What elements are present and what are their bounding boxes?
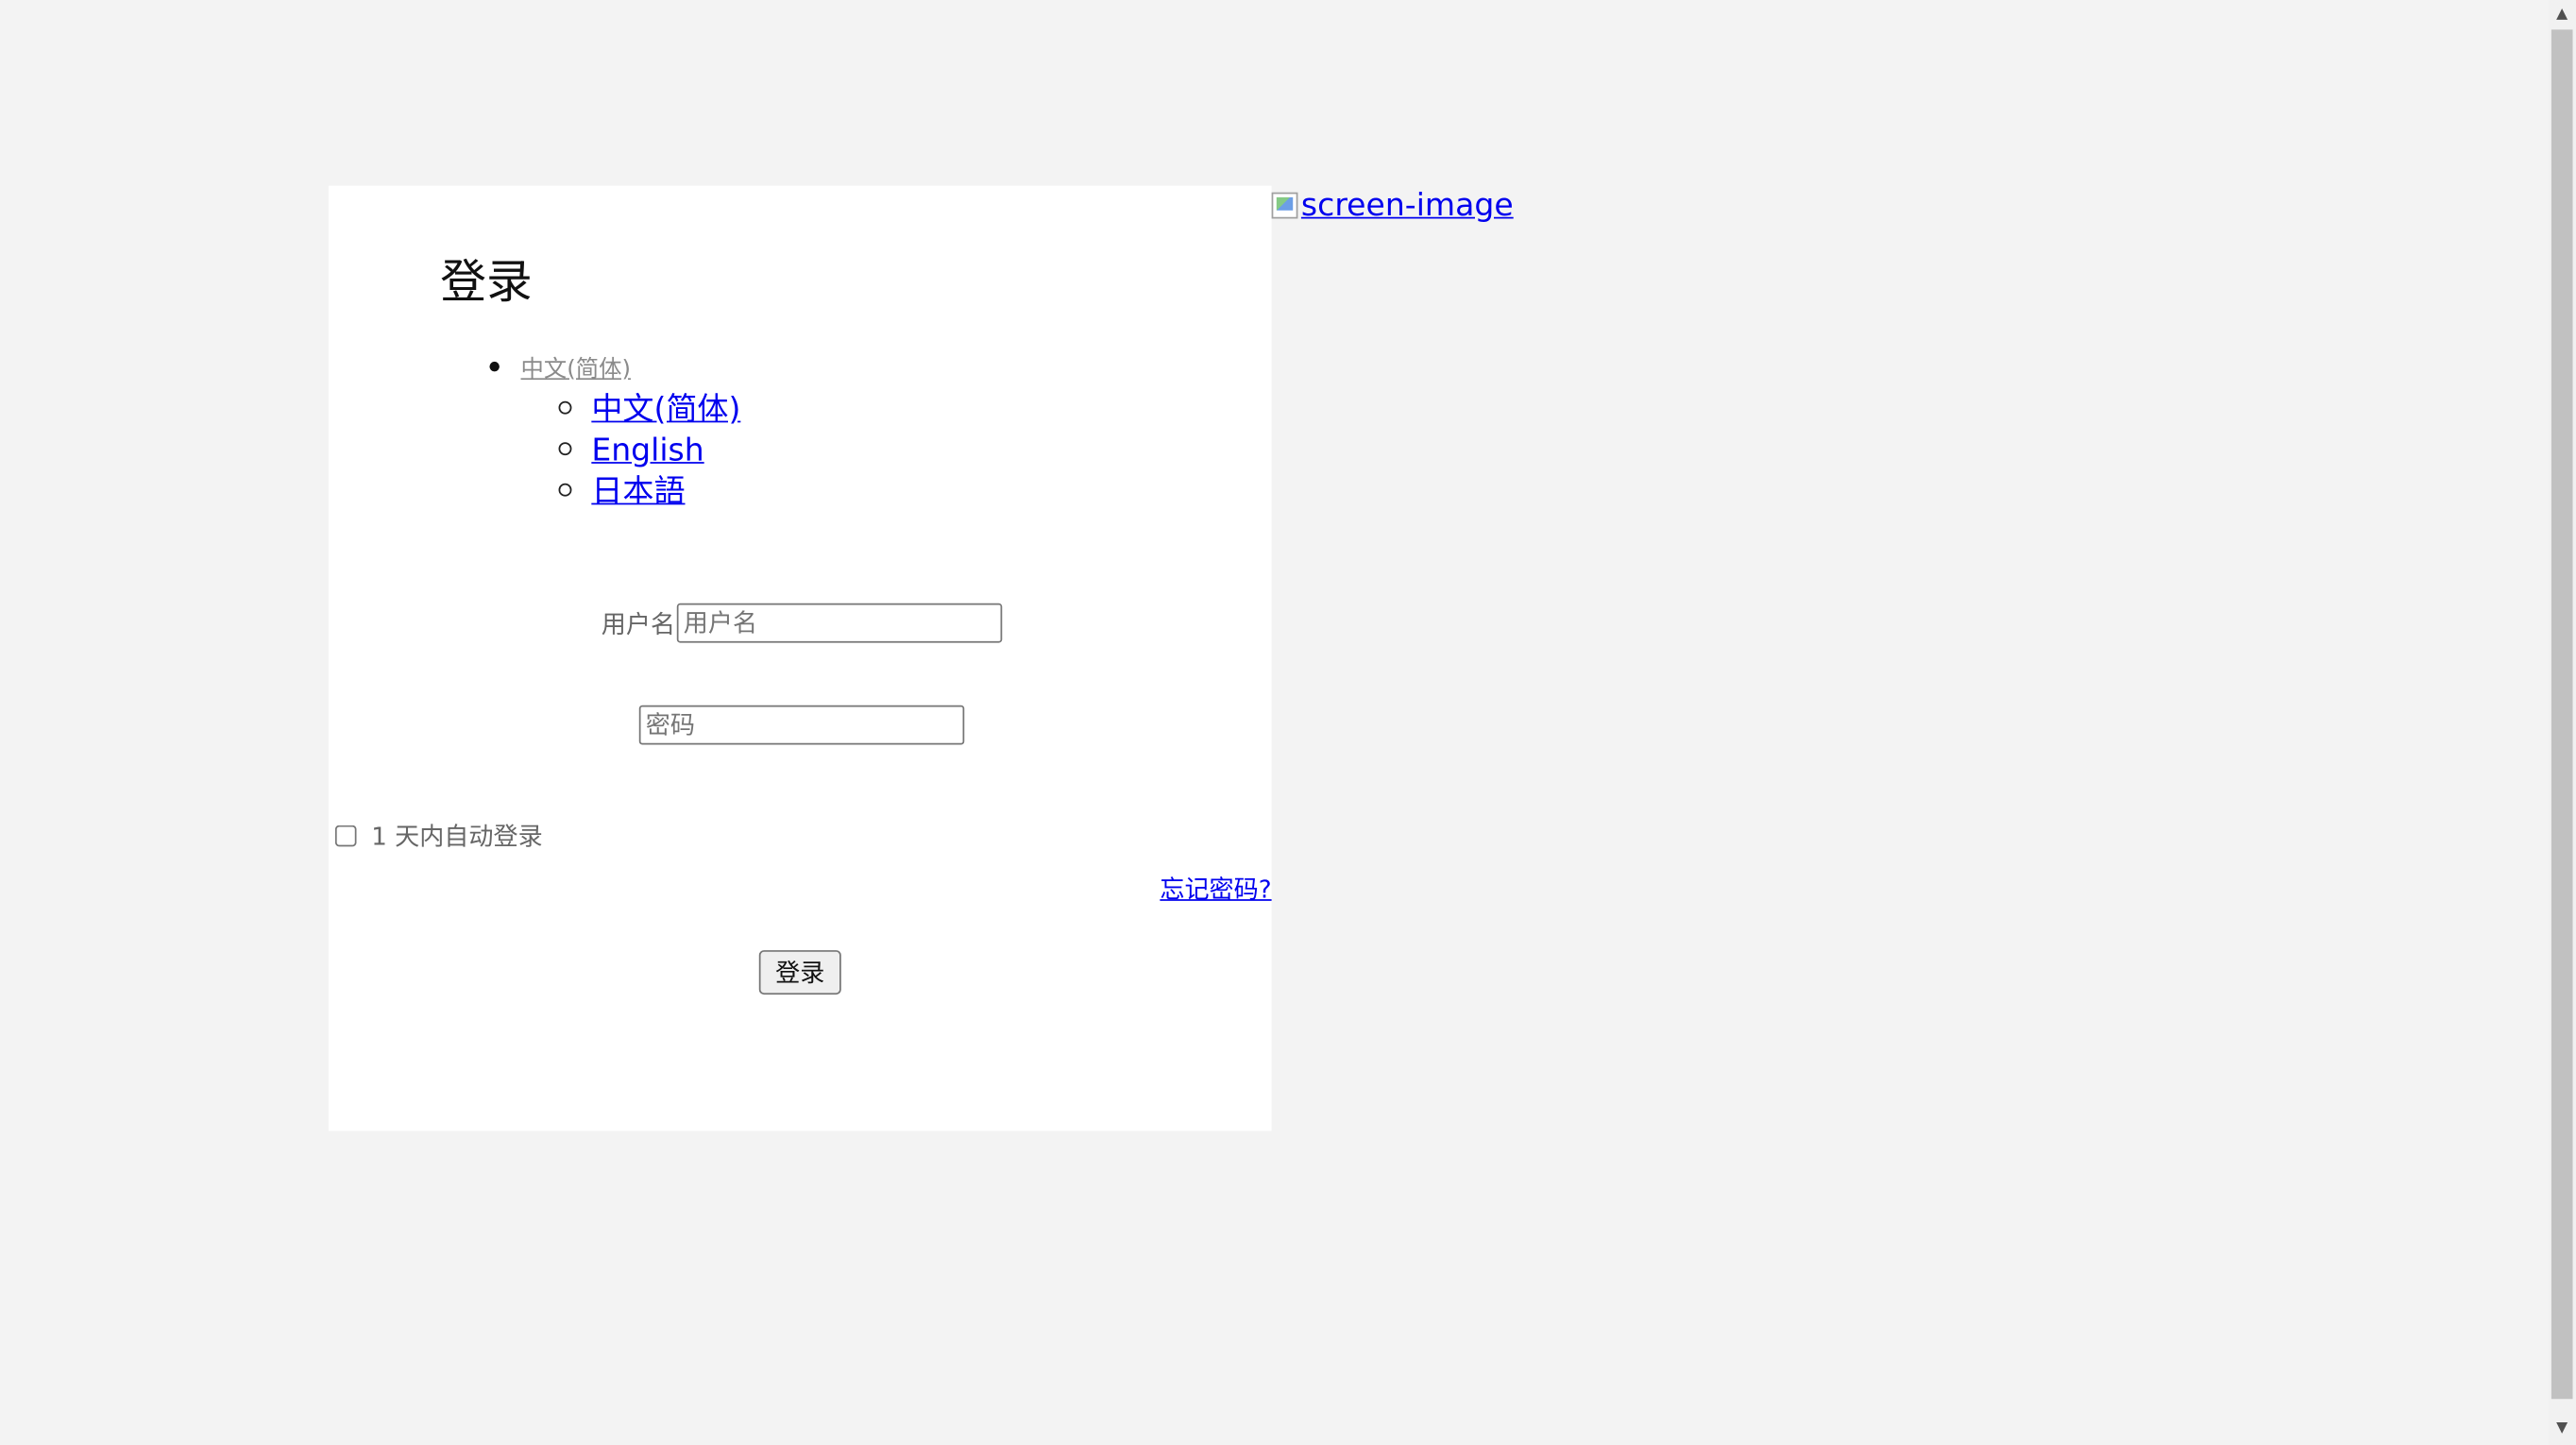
login-button[interactable]: 登录 bbox=[758, 950, 841, 995]
language-option-zh: 中文(简体) bbox=[558, 390, 740, 432]
language-menu-item: 中文(简体) 中文(简体) English 日本語 bbox=[486, 350, 740, 513]
screen-image-link[interactable]: screen-image bbox=[1271, 186, 1514, 226]
language-link-ja[interactable]: 日本語 bbox=[591, 473, 685, 509]
language-menu: 中文(简体) 中文(简体) English 日本語 bbox=[486, 350, 740, 513]
viewport: 登录 中文(简体) 中文(简体) English 日本語 用户名 用户名 1 天… bbox=[0, 0, 2576, 1445]
language-option-en: English bbox=[558, 431, 741, 472]
login-panel: 登录 中文(简体) 中文(简体) English 日本語 用户名 用户名 1 天… bbox=[328, 185, 1272, 1131]
password-row bbox=[638, 705, 965, 745]
login-title: 登录 bbox=[440, 254, 533, 310]
scroll-up-icon[interactable]: ▲ bbox=[2548, 2, 2576, 30]
current-language-link[interactable]: 中文(简体) bbox=[521, 357, 631, 383]
remember-login-checkbox[interactable] bbox=[334, 824, 357, 847]
language-option-ja: 日本語 bbox=[558, 472, 741, 514]
remember-login-row[interactable]: 1 天内自动登录 bbox=[334, 819, 543, 854]
language-link-zh[interactable]: 中文(简体) bbox=[591, 391, 740, 427]
language-options: 中文(简体) English 日本語 bbox=[558, 390, 741, 514]
username-label: 用户名 bbox=[601, 608, 676, 639]
screen-image-alt-text: screen-image bbox=[1300, 187, 1514, 224]
vertical-scrollbar[interactable]: ▲ ▼ bbox=[2548, 0, 2576, 1445]
username-input[interactable] bbox=[676, 603, 1003, 643]
scroll-down-icon[interactable]: ▼ bbox=[2548, 1416, 2576, 1444]
remember-login-label: 1 天内自动登录 bbox=[371, 822, 543, 852]
page: 登录 中文(简体) 中文(简体) English 日本語 用户名 用户名 1 天… bbox=[0, 0, 2576, 1445]
username-row: 用户名 bbox=[601, 603, 1003, 643]
scroll-thumb[interactable] bbox=[2551, 29, 2573, 1400]
language-link-en[interactable]: English bbox=[591, 433, 703, 468]
broken-image-icon bbox=[1271, 192, 1298, 219]
forgot-password-link[interactable]: 忘记密码? bbox=[1160, 872, 1271, 907]
password-input[interactable] bbox=[638, 705, 965, 745]
